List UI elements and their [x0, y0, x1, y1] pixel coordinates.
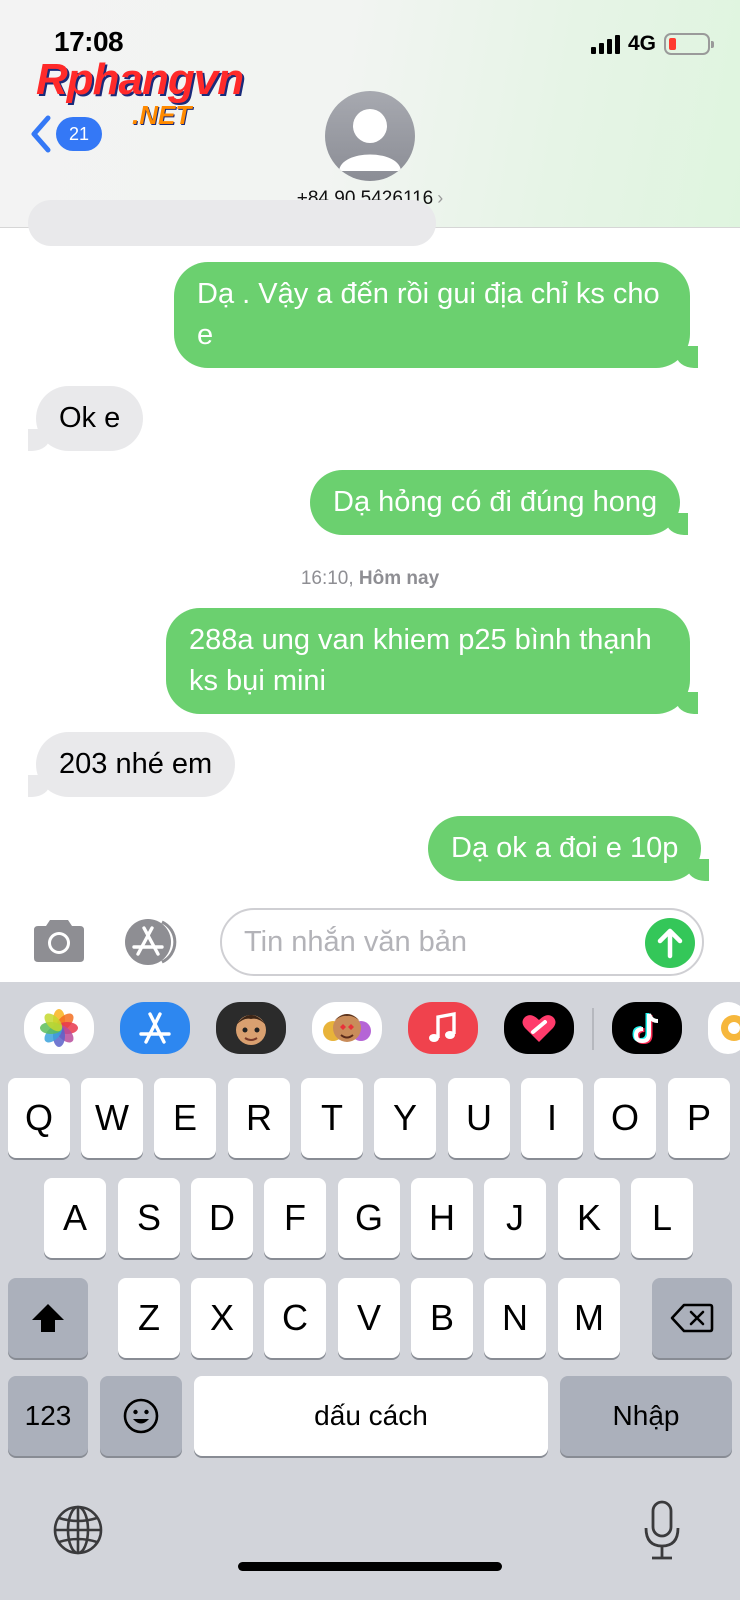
delete-key[interactable]: [652, 1278, 732, 1358]
battery-icon: [664, 33, 714, 55]
keyboard: Q W E R T Y U I O P A S D F G H J K L Z …: [0, 982, 740, 1600]
message-bubble-outgoing[interactable]: Dạ ok a đoi e 10p: [428, 816, 710, 881]
emoji-icon: [123, 1398, 159, 1434]
message-bubble-outgoing[interactable]: Dạ . Vậy a đến rồi gui địa chỉ ks cho e: [174, 262, 698, 368]
key-m[interactable]: M: [558, 1278, 620, 1358]
key-j[interactable]: J: [484, 1178, 546, 1258]
status-time: 17:08: [54, 26, 124, 57]
key-d[interactable]: D: [191, 1178, 253, 1258]
status-indicators: 4G: [590, 32, 714, 56]
key-h[interactable]: H: [411, 1178, 473, 1258]
key-u[interactable]: U: [448, 1078, 510, 1158]
message-bubble-outgoing[interactable]: Dạ hỏng có đi đúng hong: [310, 470, 689, 535]
watermark-logo: Rphangvn .NET: [36, 55, 244, 131]
key-b[interactable]: B: [411, 1278, 473, 1358]
home-indicator: [238, 1562, 502, 1571]
message-timestamp: 16:10, Hôm nay: [300, 568, 440, 589]
app-store-icon[interactable]: [120, 1002, 190, 1054]
key-c[interactable]: C: [264, 1278, 326, 1358]
memoji-icon[interactable]: [216, 1002, 286, 1054]
key-o[interactable]: O: [594, 1078, 656, 1158]
emoji-key[interactable]: [100, 1376, 182, 1456]
app-strip-divider: [592, 1008, 594, 1050]
chevron-left-icon: [31, 115, 51, 153]
key-i[interactable]: I: [521, 1078, 583, 1158]
message-bubble-outgoing[interactable]: 288a ung van khiem p25 bình thạnh ks bụi…: [166, 608, 698, 714]
arrow-up-icon: [657, 928, 683, 959]
key-w[interactable]: W: [81, 1078, 143, 1158]
network-type: 4G: [627, 32, 656, 55]
camera-icon: [34, 920, 84, 962]
shift-key[interactable]: [8, 1278, 88, 1358]
camera-button[interactable]: [30, 918, 88, 964]
key-p[interactable]: P: [668, 1078, 730, 1158]
unread-count-badge: 21: [56, 117, 102, 151]
numbers-key[interactable]: 123: [8, 1376, 88, 1456]
app-store-icon: [125, 919, 177, 965]
key-f[interactable]: F: [264, 1178, 326, 1258]
app-store-button[interactable]: [124, 918, 190, 966]
back-button[interactable]: 21: [28, 114, 102, 154]
shift-icon: [32, 1304, 64, 1332]
cellular-signal-icon: [590, 34, 620, 54]
message-bubble-incoming[interactable]: 203 nhé em: [27, 732, 236, 797]
photos-icon[interactable]: [24, 1002, 94, 1054]
key-a[interactable]: A: [44, 1178, 106, 1258]
globe-icon: [53, 1505, 103, 1555]
return-key[interactable]: Nhập: [560, 1376, 732, 1456]
music-icon[interactable]: [408, 1002, 478, 1054]
space-key[interactable]: dấu cách: [194, 1376, 548, 1456]
key-g[interactable]: G: [338, 1178, 400, 1258]
key-t[interactable]: T: [301, 1078, 363, 1158]
contact-avatar[interactable]: [325, 91, 415, 181]
message-input-placeholder: Tin nhắn văn bản: [244, 926, 468, 958]
key-e[interactable]: E: [154, 1078, 216, 1158]
key-l[interactable]: L: [631, 1178, 693, 1258]
digital-touch-icon[interactable]: [504, 1002, 574, 1054]
person-icon: [339, 109, 401, 171]
previous-message-bubble[interactable]: [28, 200, 436, 246]
chevron-right-icon: ›: [437, 188, 444, 208]
globe-button[interactable]: [52, 1504, 104, 1556]
key-n[interactable]: N: [484, 1278, 546, 1358]
more-apps-icon[interactable]: [708, 1002, 740, 1054]
backspace-icon: [670, 1303, 714, 1333]
message-bubble-incoming[interactable]: Ok e: [27, 386, 144, 451]
conversation-header: 17:08 4G Rphangvn .NET 21 +84 90 5426116…: [0, 0, 740, 228]
key-z[interactable]: Z: [118, 1278, 180, 1358]
key-q[interactable]: Q: [8, 1078, 70, 1158]
tiktok-icon[interactable]: [612, 1002, 682, 1054]
dictation-button[interactable]: [640, 1498, 684, 1562]
send-button[interactable]: [645, 918, 695, 968]
key-x[interactable]: X: [191, 1278, 253, 1358]
animoji-icon[interactable]: [312, 1002, 382, 1054]
imessage-app-strip: [0, 982, 740, 1074]
key-y[interactable]: Y: [374, 1078, 436, 1158]
key-s[interactable]: S: [118, 1178, 180, 1258]
microphone-icon: [644, 1500, 680, 1560]
key-k[interactable]: K: [558, 1178, 620, 1258]
key-r[interactable]: R: [228, 1078, 290, 1158]
key-v[interactable]: V: [338, 1278, 400, 1358]
message-input[interactable]: Tin nhắn văn bản: [220, 908, 704, 976]
